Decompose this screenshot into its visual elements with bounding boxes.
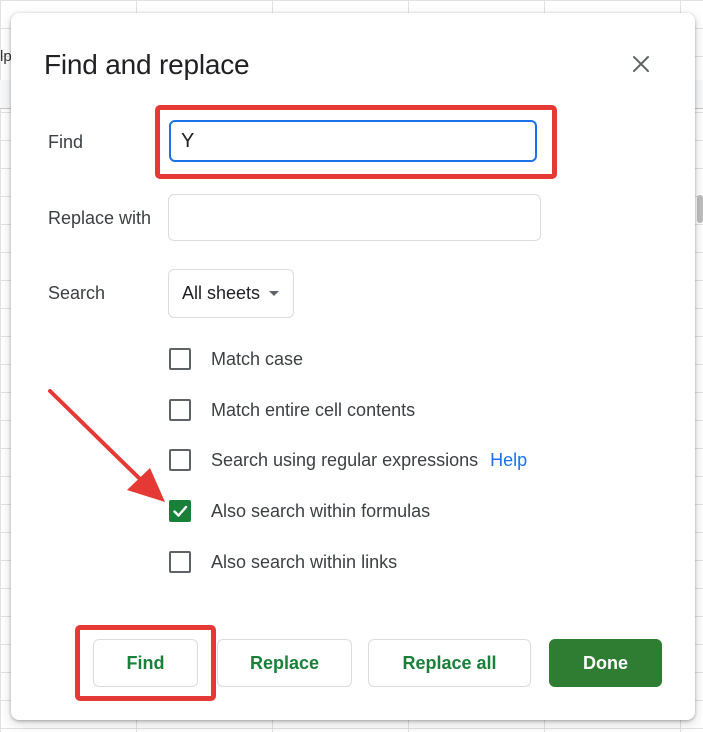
replace-label: Replace with: [48, 208, 152, 228]
replace-input[interactable]: [168, 194, 541, 241]
find-button[interactable]: Find: [93, 639, 198, 687]
links-label: Also search within links: [211, 551, 398, 572]
match-entire-checkbox[interactable]: [169, 399, 191, 421]
vertical-scrollbar[interactable]: [697, 195, 703, 223]
regex-label: Search using regular expressions: [211, 449, 479, 470]
dropdown-caret-icon: [269, 291, 279, 296]
regex-checkbox[interactable]: [169, 449, 191, 471]
match-case-checkbox[interactable]: [169, 348, 191, 370]
option-formulas[interactable]: Also search within formulas: [169, 498, 430, 524]
help-link[interactable]: Help: [490, 450, 527, 471]
match-case-label: Match case: [211, 348, 304, 369]
option-match-entire[interactable]: Match entire cell contents: [169, 397, 415, 423]
formulas-label: Also search within formulas: [211, 500, 431, 521]
links-checkbox[interactable]: [169, 551, 191, 573]
replace-button[interactable]: Replace: [217, 639, 352, 687]
close-icon: [633, 56, 649, 72]
search-label: Search: [48, 283, 106, 303]
done-button[interactable]: Done: [549, 639, 662, 687]
option-regex[interactable]: Search using regular expressions Help: [169, 447, 527, 473]
find-label: Find: [48, 132, 84, 152]
option-match-case[interactable]: Match case: [169, 346, 303, 372]
formulas-checkbox[interactable]: [169, 500, 191, 522]
match-entire-label: Match entire cell contents: [211, 399, 416, 420]
dialog-title: Find and replace: [44, 49, 250, 80]
option-links[interactable]: Also search within links: [169, 549, 397, 575]
search-scope-value: All sheets: [182, 283, 261, 303]
checkmark-icon: [173, 505, 188, 517]
find-replace-dialog: Find and replace Find Replace with Searc…: [11, 13, 695, 720]
menu-fragment: lp: [0, 48, 12, 65]
search-scope-dropdown[interactable]: All sheets: [168, 269, 294, 318]
close-button[interactable]: [628, 51, 654, 77]
replace-all-button[interactable]: Replace all: [368, 639, 531, 687]
find-input[interactable]: [169, 120, 537, 162]
